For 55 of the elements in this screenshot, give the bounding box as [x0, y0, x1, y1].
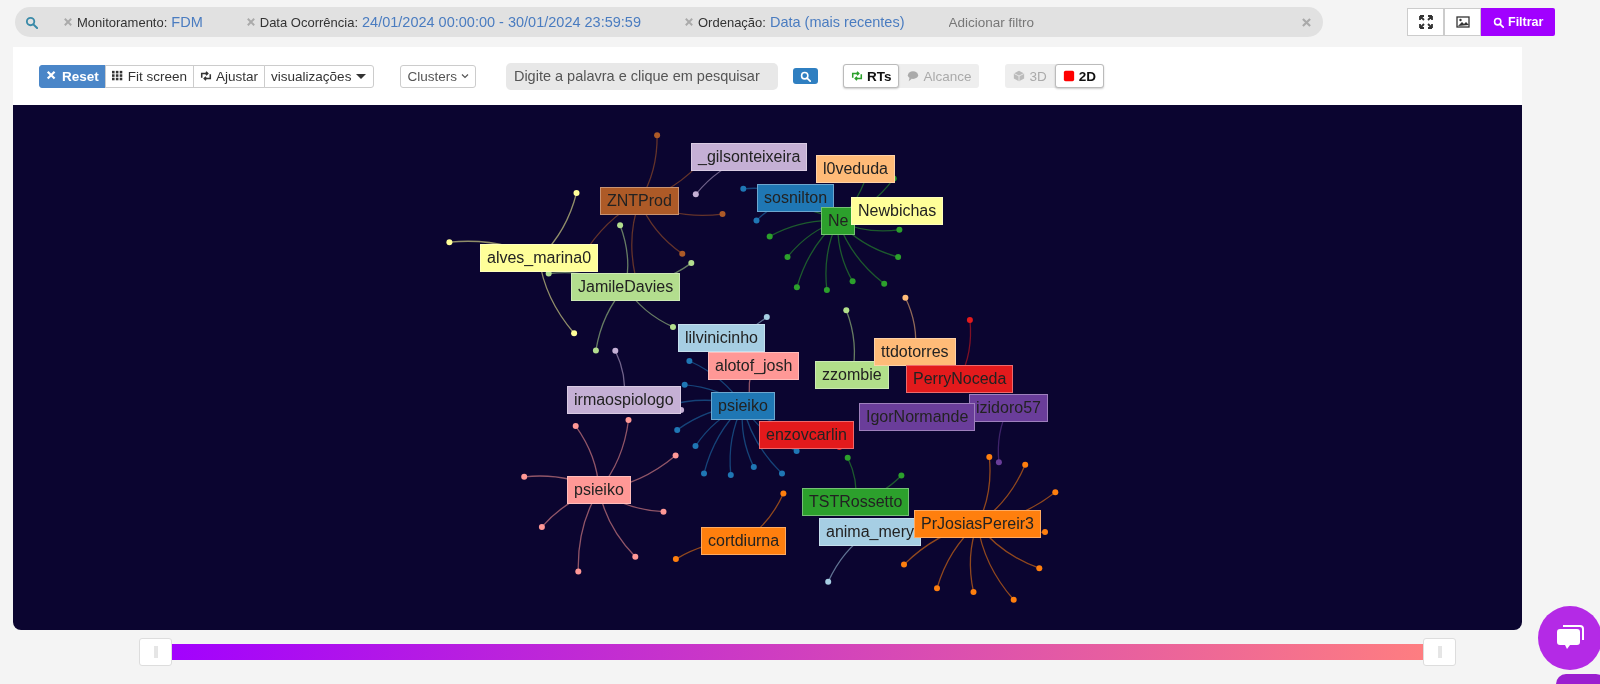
toolbar-button[interactable]: Fit screen [104, 64, 195, 88]
node-label[interactable]: JamileDavies [571, 273, 681, 301]
filter-label: Monitoramento: [77, 14, 168, 30]
search-icon [1493, 16, 1504, 28]
node-label[interactable]: l0veduda [816, 155, 895, 183]
filter-label: Ordenação: [698, 14, 766, 30]
node-label[interactable]: Ne [821, 207, 856, 235]
node-label[interactable]: zzombie [815, 361, 889, 389]
grid-icon [111, 70, 124, 82]
chevron-icon [460, 72, 469, 80]
clusters-dropdown[interactable]: Clusters [400, 64, 476, 88]
remove-icon[interactable] [64, 18, 72, 26]
square-icon [1062, 70, 1075, 82]
toggle-button[interactable]: RTs [842, 64, 900, 88]
node-label[interactable]: lilvinicinho [678, 324, 765, 352]
node-label[interactable]: Newbichas [851, 197, 944, 225]
add-filter-field[interactable]: Adicionar filtro [948, 9, 1302, 35]
node-label[interactable]: alves_marina0 [480, 244, 599, 272]
remove-icon[interactable] [685, 18, 693, 26]
repeat-icon [200, 70, 213, 82]
clear-icon[interactable] [1302, 17, 1311, 27]
node-label[interactable]: TSTRossetto [802, 488, 910, 516]
node-label[interactable]: _gilsonteixeira [691, 143, 808, 171]
toolbar-button[interactable]: visualizações [264, 64, 375, 88]
node-label[interactable]: anima_mery [819, 518, 922, 546]
remove-icon[interactable] [246, 18, 255, 26]
node-label[interactable]: irmaospiologo [567, 386, 681, 414]
node-label[interactable]: alotof_josh [708, 352, 800, 380]
cube-icon [1013, 70, 1026, 82]
toolbar-button[interactable]: Ajustar [193, 64, 266, 88]
node-label[interactable]: ttdotorres [874, 338, 956, 366]
search-icon [799, 70, 811, 82]
image-icon [1455, 15, 1470, 29]
fullscreen-button[interactable] [1407, 8, 1444, 36]
search-field[interactable]: Digite a palavra e clique em pesquisar [505, 62, 778, 90]
toggle-button[interactable]: 2D [1054, 64, 1104, 88]
close-icon [46, 70, 58, 82]
search-button[interactable] [792, 68, 818, 84]
launcher-button[interactable] [1556, 674, 1600, 684]
filter-button[interactable]: Filtrar [1481, 8, 1556, 36]
slider-handle[interactable] [1423, 638, 1456, 666]
node-label[interactable]: cortdiurna [701, 527, 787, 555]
image-button[interactable] [1444, 8, 1481, 36]
expand-icon [1418, 15, 1433, 29]
search-icon [25, 15, 38, 29]
filter-label: Data Ocorrência: [259, 14, 358, 30]
filter-value: Data (mais recentes) [769, 14, 905, 30]
toolbar-button[interactable]: Reset [39, 64, 106, 88]
filter-value: 24/01/2024 00:00:00 - 30/01/2024 23:59:59 [362, 14, 641, 30]
comment-icon [907, 70, 920, 82]
repeat-icon [850, 70, 863, 82]
slider-handle[interactable] [139, 638, 172, 666]
node-label[interactable]: psieiko [567, 476, 631, 504]
node-label[interactable]: PrJosiasPereir3 [914, 510, 1041, 538]
filter-value: FDM [171, 14, 203, 30]
